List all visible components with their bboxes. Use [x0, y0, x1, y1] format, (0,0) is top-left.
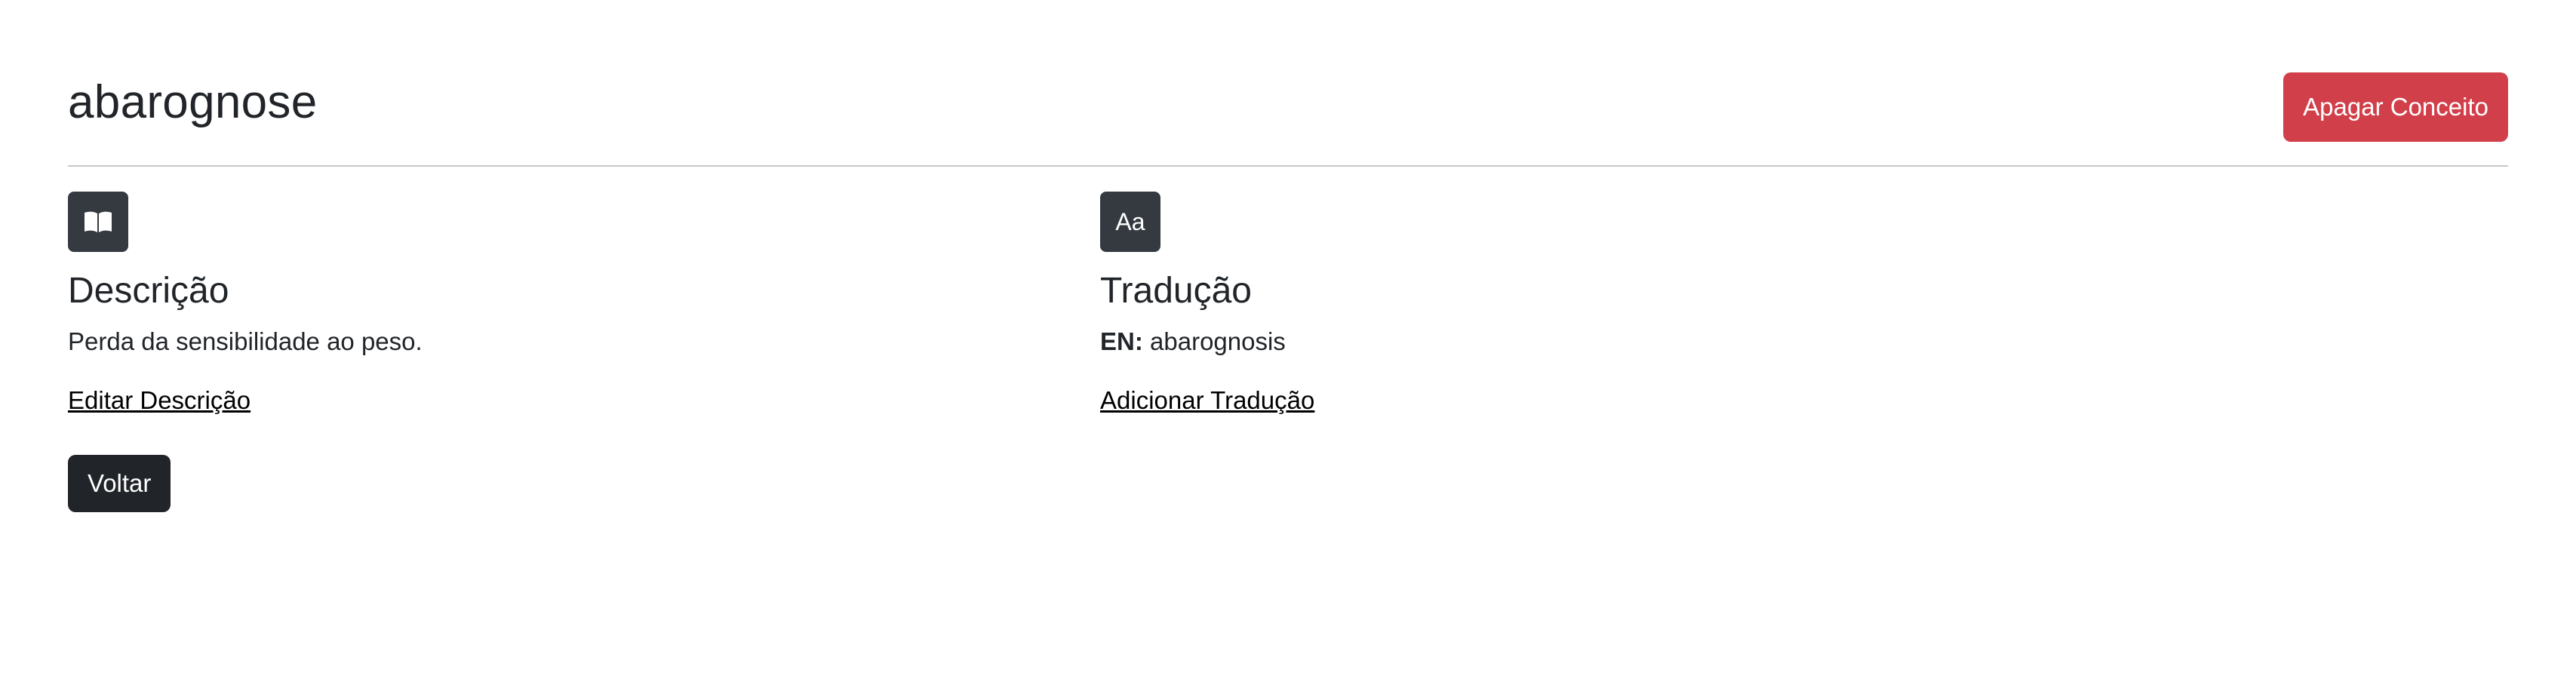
translation-text: abarognosis — [1150, 327, 1286, 355]
font-icon-label: Aa — [1115, 207, 1145, 235]
description-section: Descrição Perda da sensibilidade ao peso… — [68, 192, 1049, 414]
description-text: Perda da sensibilidade ao peso. — [68, 327, 423, 355]
delete-concept-button[interactable]: Apagar Conceito — [2283, 72, 2508, 142]
back-button[interactable]: Voltar — [68, 455, 171, 512]
page-title: abarognose — [68, 76, 318, 128]
description-title: Descrição — [68, 271, 229, 311]
translation-lang: EN: — [1100, 327, 1143, 355]
book-open-icon — [68, 192, 128, 252]
translation-title: Tradução — [1100, 271, 1252, 311]
translation-entry: EN: abarognosis — [1100, 324, 1286, 359]
divider — [68, 165, 2508, 167]
translation-section: Aa Tradução EN: abarognosis Adicionar Tr… — [1100, 192, 2508, 414]
page-header: abarognose Apagar Conceito — [68, 72, 2508, 166]
page: abarognose Apagar Conceito Descrição Per… — [0, 0, 2576, 700]
edit-description-link[interactable]: Editar Descrição — [68, 383, 251, 418]
add-translation-link[interactable]: Adicionar Tradução — [1100, 383, 1314, 418]
font-icon: Aa — [1100, 192, 1160, 252]
